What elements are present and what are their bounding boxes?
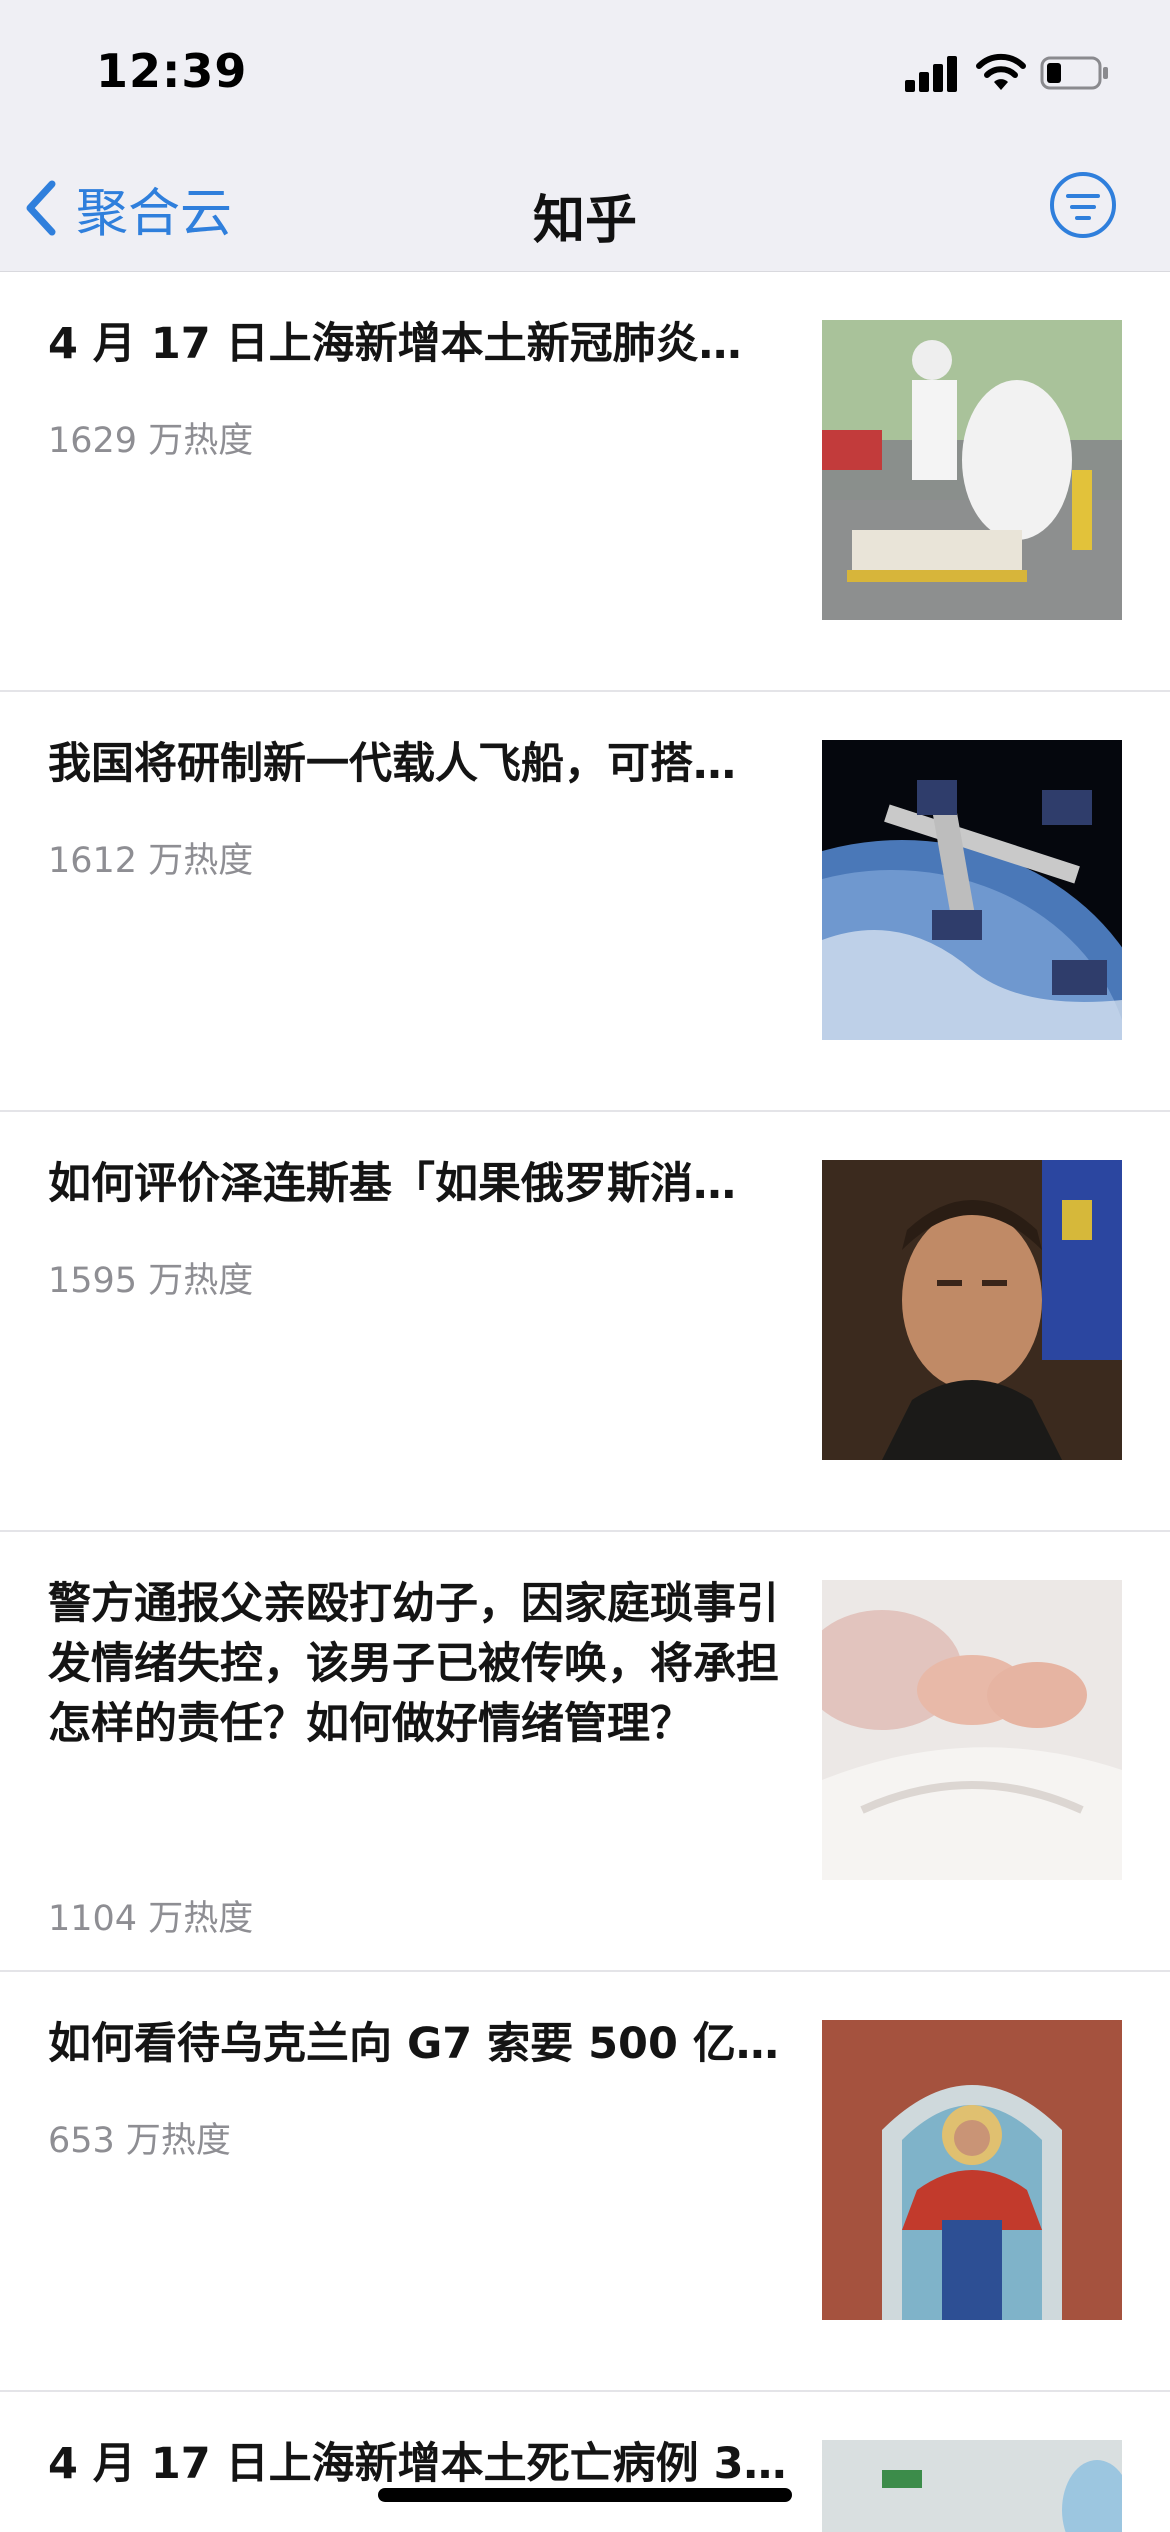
portrait-photo bbox=[822, 1160, 1122, 1460]
item-title: 如何看待乌克兰向 G7 索要 500 亿… bbox=[48, 2019, 779, 2069]
item-thumbnail bbox=[822, 320, 1122, 620]
item-heat: 653 万热度 bbox=[48, 2121, 231, 2161]
list-item[interactable]: 如何评价泽连斯基「如果俄罗斯消… 1595 万热度 bbox=[0, 1112, 1170, 1532]
space-station-photo bbox=[822, 740, 1122, 1040]
list-item[interactable]: 4 月 17 日上海新增本土死亡病例 3… bbox=[0, 2392, 1170, 2532]
navigation-bar: 聚合云 知乎 bbox=[0, 150, 1170, 272]
status-bar: 12:39 bbox=[0, 0, 1170, 150]
page-title: 知乎 bbox=[532, 191, 637, 251]
item-title: 警方通报父亲殴打幼子，因家庭琐事引发情绪失控，该男子已被传唤，将承担怎样的责任？… bbox=[48, 1579, 779, 1749]
item-heat: 1104 万热度 bbox=[48, 1899, 254, 1939]
item-title: 我国将研制新一代载人飞船，可搭… bbox=[48, 739, 736, 789]
item-thumbnail bbox=[822, 2440, 1122, 2532]
filter-list-icon[interactable] bbox=[1050, 172, 1116, 238]
cellular-signal-icon bbox=[905, 54, 961, 92]
list-item[interactable]: 如何看待乌克兰向 G7 索要 500 亿… 653 万热度 bbox=[0, 1972, 1170, 2392]
church-icon-painting-photo bbox=[822, 2020, 1122, 2320]
item-heat: 1612 万热度 bbox=[48, 841, 254, 881]
item-thumbnail bbox=[822, 2020, 1122, 2320]
top-bar: 12:39 聚合云 知乎 bbox=[0, 0, 1170, 272]
list-item[interactable]: 警方通报父亲殴打幼子，因家庭琐事引发情绪失控，该男子已被传唤，将承担怎样的责任？… bbox=[0, 1532, 1170, 1972]
item-title: 如何评价泽连斯基「如果俄罗斯消… bbox=[48, 1159, 736, 1209]
hot-list: 4 月 17 日上海新增本土新冠肺炎… 1629 万热度 我国将研制新一代载人飞… bbox=[0, 272, 1170, 2532]
item-heat: 1595 万热度 bbox=[48, 1261, 254, 1301]
item-thumbnail bbox=[822, 1160, 1122, 1460]
list-item[interactable]: 4 月 17 日上海新增本土新冠肺炎… 1629 万热度 bbox=[0, 272, 1170, 692]
baby-feet-photo bbox=[822, 1580, 1122, 1880]
list-item[interactable]: 我国将研制新一代载人飞船，可搭… 1612 万热度 bbox=[0, 692, 1170, 1112]
home-indicator[interactable] bbox=[378, 2488, 792, 2502]
hospital-photo bbox=[822, 2440, 1122, 2532]
medical-worker-photo bbox=[822, 320, 1122, 620]
status-time: 12:39 bbox=[96, 44, 248, 98]
item-title: 4 月 17 日上海新增本土新冠肺炎… bbox=[48, 319, 742, 369]
item-heat: 1629 万热度 bbox=[48, 421, 254, 461]
item-title: 4 月 17 日上海新增本土死亡病例 3… bbox=[48, 2439, 787, 2489]
item-thumbnail bbox=[822, 1580, 1122, 1880]
item-thumbnail bbox=[822, 740, 1122, 1040]
battery-icon bbox=[1040, 56, 1108, 90]
wifi-icon bbox=[976, 53, 1026, 90]
